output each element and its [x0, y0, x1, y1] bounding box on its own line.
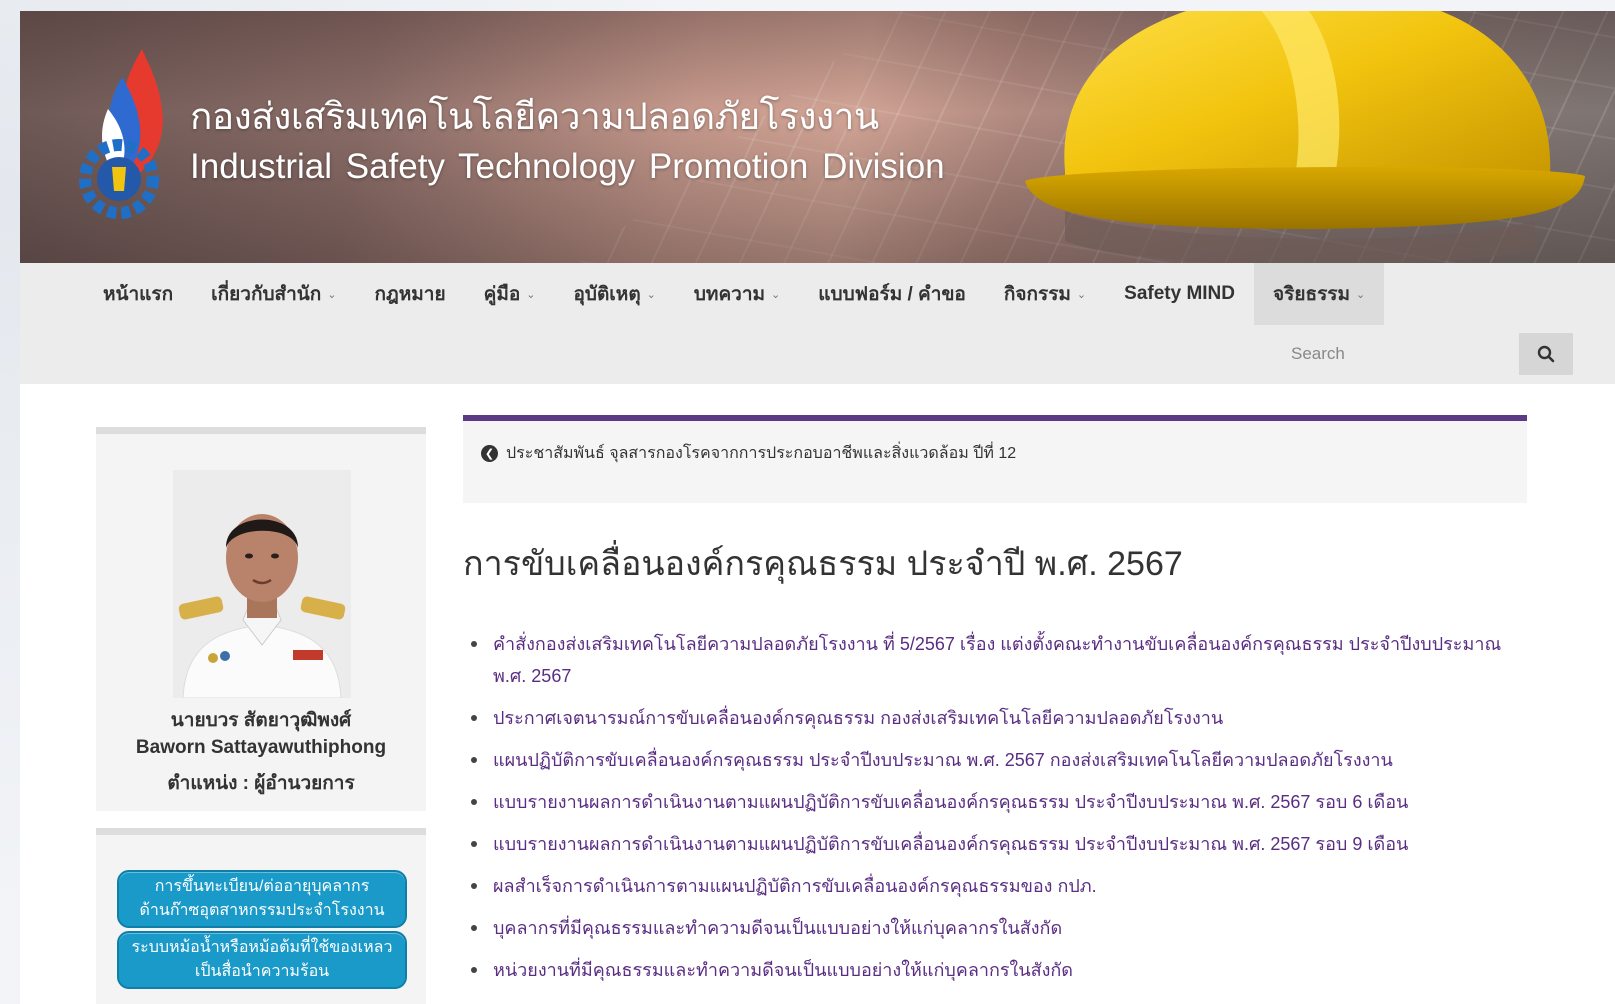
sidebar-links-card: การขึ้นทะเบียน/ต่ออายุบุคลากร ด้านก๊าซอุ…	[96, 828, 426, 1004]
search-icon	[1537, 345, 1555, 363]
chevron-down-icon: ⌄	[1076, 288, 1087, 301]
back-arrow-icon: ❮	[481, 445, 498, 462]
nav-item-law[interactable]: กฎหมาย	[355, 263, 464, 325]
safety-helmet-image	[1025, 11, 1585, 263]
chevron-down-icon: ⌄	[526, 288, 536, 301]
nav-item-manual[interactable]: คู่มือ ⌄	[465, 263, 555, 325]
nav-item-label: จริยธรรม	[1273, 284, 1351, 305]
document-link[interactable]: ผลสำเร็จการดำเนินการตามแผนปฏิบัติการขับเ…	[463, 870, 1527, 902]
division-logo-icon	[79, 49, 163, 219]
breadcrumb-back-link[interactable]: ❮ ประชาสัมพันธ์ จุลสารกองโรคจากการประกอบ…	[481, 441, 1509, 467]
sidebar-link-gas-personnel-registration[interactable]: การขึ้นทะเบียน/ต่ออายุบุคลากร ด้านก๊าซอุ…	[117, 870, 407, 928]
nav-item-ethics[interactable]: จริยธรรม ⌄	[1254, 263, 1385, 325]
nav-item-forms[interactable]: แบบฟอร์ม / คำขอ	[799, 263, 985, 325]
nav-item-activities[interactable]: กิจกรรม ⌄	[985, 263, 1105, 325]
nav-item-label: หน้าแรก	[103, 284, 174, 305]
chevron-down-icon: ⌄	[646, 288, 656, 301]
search-input[interactable]	[1279, 333, 1519, 375]
nav-item-articles[interactable]: บทความ ⌄	[675, 263, 799, 325]
page-container: กองส่งเสริมเทคโนโลยีความปลอดภัยโรงงาน In…	[20, 11, 1615, 1004]
nav-item-accident[interactable]: อุบัติเหตุ ⌄	[554, 263, 674, 325]
sidebar: นายบวร สัตยาวุฒิพงศ์ Baworn Sattayawuthi…	[96, 427, 426, 1004]
site-banner: กองส่งเสริมเทคโนโลยีความปลอดภัยโรงงาน In…	[20, 11, 1615, 263]
nav-item-label: กิจกรรม	[1003, 284, 1071, 305]
breadcrumb-box: ❮ ประชาสัมพันธ์ จุลสารกองโรคจากการประกอบ…	[463, 415, 1527, 503]
sidebar-link-boiler-system[interactable]: ระบบหม้อน้ำหรือหม้อต้มที่ใช้ของเหลว เป็น…	[117, 931, 407, 989]
nav-item-label: Safety MIND	[1124, 283, 1235, 304]
document-link[interactable]: หน่วยงานที่มีคุณธรรมและทำความดีจนเป็นแบบ…	[463, 954, 1527, 986]
nav-item-label: เกี่ยวกับสำนัก	[211, 284, 322, 305]
main-content: ❮ ประชาสัมพันธ์ จุลสารกองโรคจากการประกอบ…	[463, 415, 1527, 996]
document-link[interactable]: คำสั่งกองส่งเสริมเทคโนโลยีความปลอดภัยโรง…	[463, 628, 1527, 692]
document-link[interactable]: แบบรายงานผลการดำเนินงานตามแผนปฏิบัติการข…	[463, 786, 1527, 818]
director-name-english: Baworn Sattayawuthiphong	[135, 737, 387, 758]
document-list: คำสั่งกองส่งเสริมเทคโนโลยีความปลอดภัยโรง…	[463, 628, 1527, 986]
document-link[interactable]: แผนปฏิบัติการขับเคลื่อนองค์กรคุณธรรม ประ…	[463, 744, 1527, 776]
nav-item-about[interactable]: เกี่ยวกับสำนัก ⌄	[192, 263, 355, 325]
chevron-down-icon: ⌄	[1356, 288, 1366, 301]
search-button[interactable]	[1519, 333, 1573, 375]
page-title: การขับเคลื่อนองค์กรคุณธรรม ประจำปี พ.ศ. …	[463, 545, 1183, 583]
director-name-thai: นายบวร สัตยาวุฒิพงศ์	[170, 710, 352, 731]
document-link[interactable]: บุคลากรที่มีคุณธรรมและทำความดีจนเป็นแบบอ…	[463, 912, 1527, 944]
nav-item-label: บทความ	[693, 284, 766, 305]
main-navigation: หน้าแรก เกี่ยวกับสำนัก ⌄ กฎหมาย คู่มือ ⌄ อ…	[20, 263, 1615, 384]
document-link[interactable]: ประกาศเจตนารมณ์การขับเคลื่อนองค์กรคุณธรร…	[463, 702, 1527, 734]
search-form	[1279, 333, 1573, 375]
nav-item-label: อุบัติเหตุ	[573, 284, 641, 305]
director-profile-card: นายบวร สัตยาวุฒิพงศ์ Baworn Sattayawuthi…	[96, 427, 426, 811]
director-position: ตำแหน่ง : ผู้อำนวยการ	[167, 773, 355, 794]
nav-item-home[interactable]: หน้าแรก	[84, 263, 192, 325]
breadcrumb-text: ประชาสัมพันธ์ จุลสารกองโรคจากการประกอบอา…	[506, 445, 1017, 462]
nav-item-label: แบบฟอร์ม / คำขอ	[818, 284, 966, 305]
chevron-down-icon: ⌄	[771, 288, 781, 301]
document-link[interactable]: แบบรายงานผลการดำเนินงานตามแผนปฏิบัติการข…	[463, 828, 1527, 860]
site-title-english: Industrial Safety Technology Promotion D…	[190, 147, 945, 186]
chevron-down-icon: ⌄	[327, 288, 337, 301]
director-photo	[173, 470, 351, 698]
nav-item-label: คู่มือ	[483, 284, 521, 305]
site-title-thai: กองส่งเสริมเทคโนโลยีความปลอดภัยโรงงาน	[190, 96, 879, 137]
director-portrait	[173, 470, 351, 698]
nav-menu: หน้าแรก เกี่ยวกับสำนัก ⌄ กฎหมาย คู่มือ ⌄ อ…	[84, 263, 1385, 325]
nav-item-label: กฎหมาย	[374, 284, 446, 305]
nav-item-safety-mind[interactable]: Safety MIND	[1105, 263, 1254, 325]
